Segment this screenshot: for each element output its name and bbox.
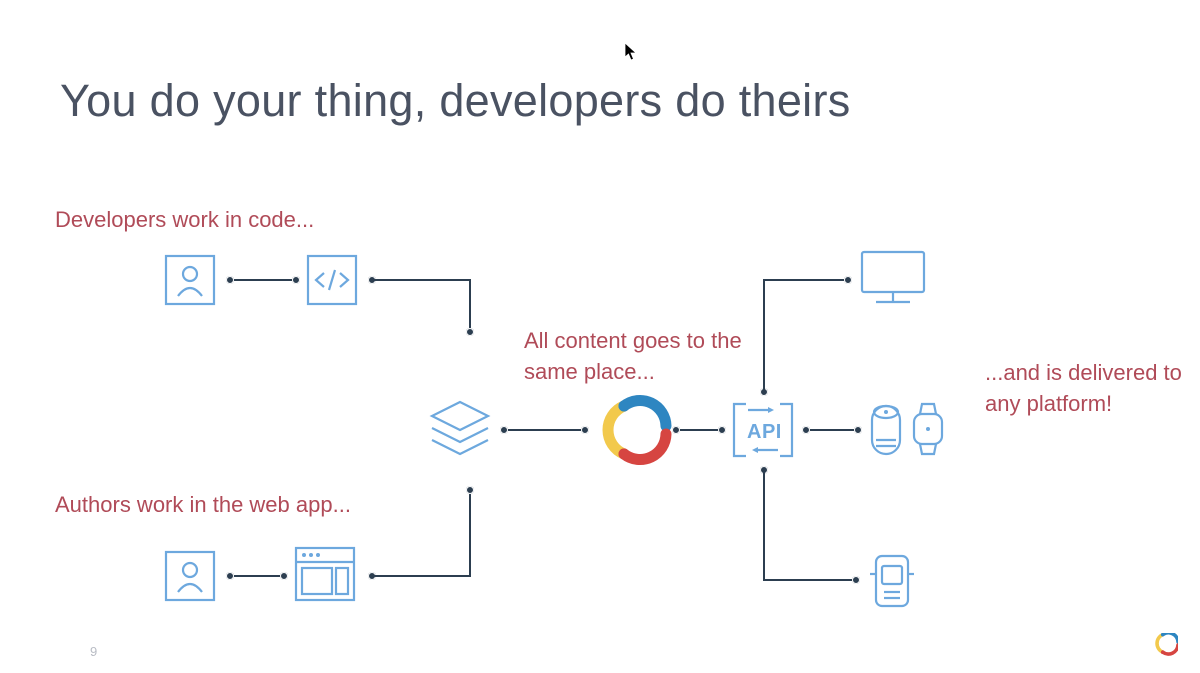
right-label: ...and is delivered to any platform! [985, 358, 1185, 420]
page-number: 9 [90, 644, 97, 659]
watch-icon [914, 404, 942, 454]
mouse-cursor-icon [624, 42, 638, 62]
svg-text:API: API [747, 421, 782, 443]
desktop-icon [862, 252, 924, 302]
webapp-icon [296, 548, 354, 600]
contentful-logo-small [1154, 633, 1178, 657]
code-icon [308, 256, 356, 304]
slide-title: You do your thing, developers do theirs [60, 75, 851, 127]
center-label: All content goes to the same place... [524, 326, 744, 388]
person-icon [166, 552, 214, 600]
contentful-logo [608, 400, 666, 459]
smart-speaker-icon [872, 406, 900, 454]
authors-label: Authors work in the web app... [55, 490, 351, 521]
mobile-device-icon [870, 556, 914, 606]
layers-icon [432, 402, 488, 454]
developers-label: Developers work in code... [55, 205, 314, 236]
api-icon: API [734, 404, 792, 456]
person-icon [166, 256, 214, 304]
